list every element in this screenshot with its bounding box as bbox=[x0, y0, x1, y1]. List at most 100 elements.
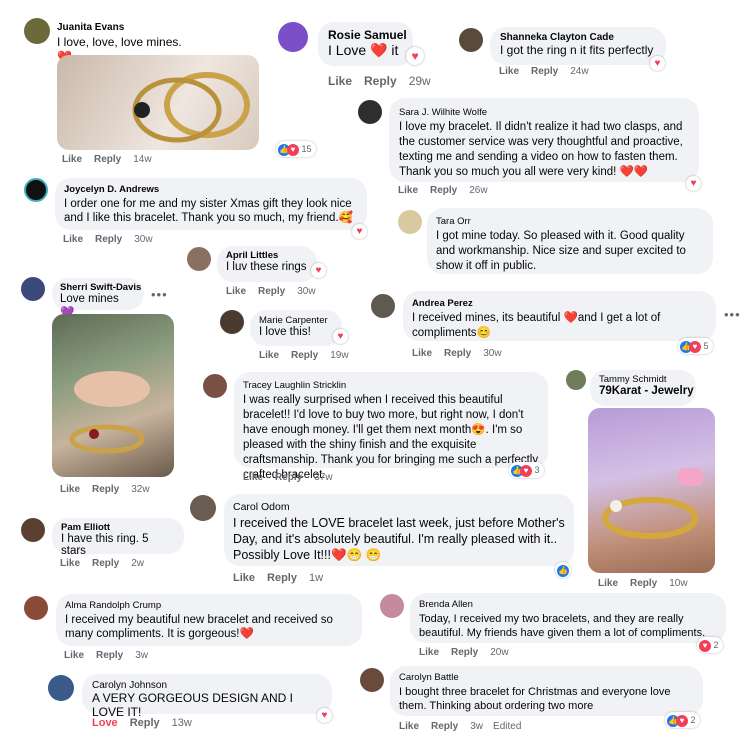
commenter-name[interactable]: Pam Elliott bbox=[61, 522, 175, 533]
reply-button[interactable]: Reply bbox=[451, 647, 478, 658]
comment-actions: Love Reply 13w bbox=[92, 717, 204, 729]
commenter-name[interactable]: Shanneka Clayton Cade bbox=[500, 32, 656, 43]
avatar[interactable] bbox=[358, 100, 382, 124]
like-button[interactable]: Like bbox=[419, 647, 439, 658]
comment-bubble: Pam Elliott I have this ring. 5 stars bbox=[52, 518, 184, 557]
commenter-name[interactable]: Andrea Perez bbox=[412, 296, 707, 311]
reply-button[interactable]: Reply bbox=[258, 286, 285, 297]
commenter-name[interactable]: Sherri Swift-Davis bbox=[60, 282, 141, 293]
commenter-name[interactable]: Tammy Schmidt bbox=[599, 374, 687, 385]
like-button[interactable]: Like bbox=[62, 154, 82, 165]
commenter-name[interactable]: Carolyn Johnson bbox=[92, 680, 322, 691]
avatar[interactable] bbox=[24, 18, 50, 44]
like-button[interactable]: Like bbox=[328, 74, 352, 88]
reaction-summary[interactable]: 👍 ♥ 2 bbox=[665, 712, 700, 728]
like-button[interactable]: Like bbox=[412, 348, 432, 359]
like-button[interactable]: Like bbox=[64, 650, 84, 661]
heart-icon[interactable]: ♥ bbox=[650, 56, 665, 71]
avatar[interactable] bbox=[459, 28, 483, 52]
like-button[interactable]: Like bbox=[226, 286, 246, 297]
like-button[interactable]: Like bbox=[243, 472, 263, 483]
comment-bubble: Carolyn Battle I bought three bracelet f… bbox=[390, 666, 703, 716]
reply-button[interactable]: Reply bbox=[431, 721, 458, 732]
avatar[interactable] bbox=[24, 178, 48, 202]
comment-actions: Like Reply 37w bbox=[243, 472, 345, 483]
avatar[interactable] bbox=[21, 518, 45, 542]
avatar[interactable] bbox=[371, 294, 395, 318]
like-button[interactable]: Like bbox=[60, 484, 80, 495]
reply-button[interactable]: Reply bbox=[92, 484, 119, 495]
like-button[interactable]: Like bbox=[60, 558, 80, 569]
reply-button[interactable]: Reply bbox=[630, 578, 657, 589]
commenter-name[interactable]: Tracey Laughlin Stricklin bbox=[243, 378, 539, 393]
like-button[interactable]: Like bbox=[499, 66, 519, 77]
more-options-icon[interactable]: ••• bbox=[151, 287, 168, 302]
commenter-name[interactable]: Juanita Evans bbox=[57, 20, 197, 35]
like-button[interactable]: Like bbox=[399, 721, 419, 732]
avatar[interactable] bbox=[398, 210, 422, 234]
reply-button[interactable]: Reply bbox=[95, 234, 122, 245]
commenter-name[interactable]: Alma Randolph Crump bbox=[65, 599, 353, 613]
avatar[interactable] bbox=[190, 495, 216, 521]
commenter-name[interactable]: Brenda Allen bbox=[419, 598, 717, 612]
commenter-name[interactable]: Marie Carpenter bbox=[259, 315, 333, 326]
like-button[interactable]: Like bbox=[63, 234, 83, 245]
like-button[interactable]: Like bbox=[398, 185, 418, 196]
commenter-name[interactable]: Joycelyn D. Andrews bbox=[64, 183, 358, 197]
avatar[interactable] bbox=[24, 596, 48, 620]
comment-text: I received my beautiful new bracelet and… bbox=[65, 614, 333, 640]
comment-actions: Like Reply 14w bbox=[62, 154, 164, 165]
love-button[interactable]: Love bbox=[92, 717, 118, 729]
reaction-summary[interactable]: 👍 ♥ 15 bbox=[276, 141, 316, 157]
commenter-name[interactable]: Sara J. Wilhite Wolfe bbox=[399, 105, 689, 120]
avatar[interactable] bbox=[360, 668, 384, 692]
avatar[interactable] bbox=[203, 374, 227, 398]
comment-photo[interactable] bbox=[57, 55, 259, 150]
commenter-name[interactable]: April Littles bbox=[226, 250, 308, 261]
reply-button[interactable]: Reply bbox=[275, 472, 302, 483]
heart-icon[interactable]: ♥ bbox=[686, 176, 701, 191]
avatar[interactable] bbox=[21, 277, 45, 301]
avatar[interactable] bbox=[220, 310, 244, 334]
comment-actions: Like Reply 2w bbox=[60, 558, 156, 569]
commenter-name[interactable]: Rosie Samuel bbox=[328, 28, 407, 42]
avatar[interactable] bbox=[566, 370, 586, 390]
more-options-icon[interactable]: ••• bbox=[724, 307, 741, 322]
reply-button[interactable]: Reply bbox=[92, 558, 119, 569]
reaction-summary[interactable]: ♥ 2 bbox=[697, 637, 723, 653]
reaction-summary[interactable]: 👍 ♥ 5 bbox=[678, 338, 713, 354]
commenter-name[interactable]: Carolyn Battle bbox=[399, 671, 694, 685]
heart-icon[interactable]: ♥ bbox=[406, 47, 424, 65]
comment-bubble: Alma Randolph Crump I received my beauti… bbox=[56, 594, 362, 646]
comment-text: Today, I received my two bracelets, and … bbox=[419, 613, 706, 639]
reply-button[interactable]: Reply bbox=[531, 66, 558, 77]
reaction-summary[interactable]: 👍 ♥ 3 bbox=[509, 462, 544, 478]
like-button[interactable]: Like bbox=[233, 572, 255, 584]
avatar[interactable] bbox=[380, 594, 404, 618]
like-button[interactable]: Like bbox=[598, 578, 618, 589]
timestamp: 30w bbox=[134, 234, 153, 245]
reply-button[interactable]: Reply bbox=[96, 650, 123, 661]
reply-button[interactable]: Reply bbox=[291, 350, 318, 361]
reply-button[interactable]: Reply bbox=[444, 348, 471, 359]
comment-photo[interactable] bbox=[588, 408, 715, 573]
heart-icon[interactable]: ♥ bbox=[333, 329, 348, 344]
heart-icon[interactable]: ♥ bbox=[311, 263, 326, 278]
timestamp: 3w bbox=[470, 721, 484, 732]
heart-icon[interactable]: ♥ bbox=[352, 224, 367, 239]
avatar[interactable] bbox=[48, 675, 74, 701]
like-reaction[interactable]: 👍 bbox=[555, 562, 571, 578]
like-button[interactable]: Like bbox=[259, 350, 279, 361]
avatar[interactable] bbox=[187, 247, 211, 271]
page-name[interactable]: 79Karat - Jewelry bbox=[599, 385, 694, 397]
reply-button[interactable]: Reply bbox=[94, 154, 121, 165]
avatar[interactable] bbox=[278, 22, 308, 52]
comment-photo[interactable] bbox=[52, 314, 174, 477]
heart-icon[interactable]: ♥ bbox=[317, 708, 332, 723]
reply-button[interactable]: Reply bbox=[130, 717, 160, 729]
commenter-name[interactable]: Carol Odom bbox=[233, 499, 565, 515]
reply-button[interactable]: Reply bbox=[430, 185, 457, 196]
commenter-name[interactable]: Tara Orr bbox=[436, 214, 704, 229]
reply-button[interactable]: Reply bbox=[364, 74, 397, 88]
reply-button[interactable]: Reply bbox=[267, 572, 297, 584]
